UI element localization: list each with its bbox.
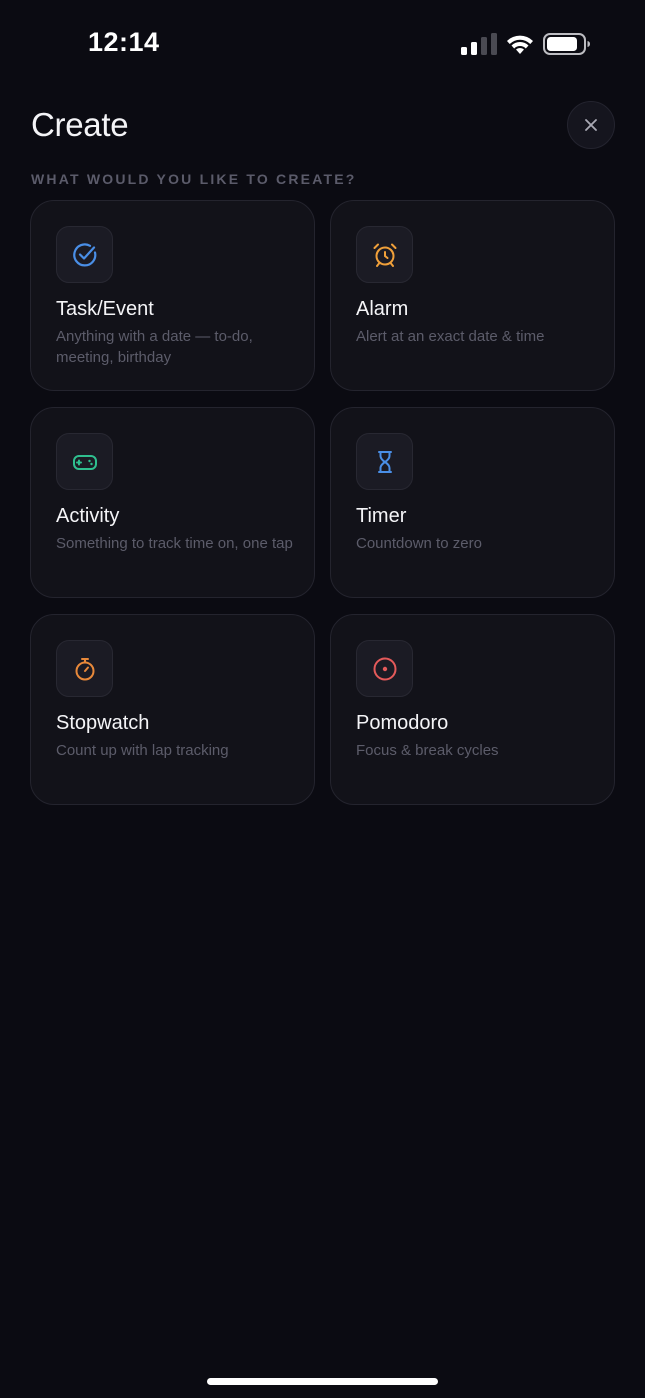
card-title: Alarm xyxy=(356,298,409,320)
status-time: 12:14 xyxy=(88,27,160,57)
activity-icon-box xyxy=(56,433,113,490)
battery-icon xyxy=(543,33,590,55)
alarm-icon-box xyxy=(356,226,413,283)
timer-icon-box xyxy=(356,433,413,490)
card-title: Stopwatch xyxy=(56,712,150,734)
task-event-icon-box xyxy=(56,226,113,283)
stopwatch-icon xyxy=(75,657,94,680)
card-description: Count up with lap tracking xyxy=(56,742,229,759)
status-bar: 12:14 xyxy=(0,0,645,90)
card-title: Activity xyxy=(56,505,120,527)
stopwatch-icon-box xyxy=(56,640,113,697)
stopwatch-card[interactable]: Stopwatch Count up with lap tracking xyxy=(30,614,315,805)
card-description: Anything with a date — to-do, meeting, b… xyxy=(56,328,253,366)
wifi-icon xyxy=(507,35,533,54)
hourglass-icon xyxy=(377,450,392,473)
card-title: Task/Event xyxy=(56,298,154,320)
card-description: Something to track time on, one tap xyxy=(56,535,293,552)
timer-card[interactable]: Timer Countdown to zero xyxy=(330,407,615,598)
card-description: Alert at an exact date & time xyxy=(356,328,545,345)
home-indicator[interactable] xyxy=(207,1378,438,1385)
card-title: Pomodoro xyxy=(356,712,449,734)
pomodoro-card[interactable]: Pomodoro Focus & break cycles xyxy=(330,614,615,805)
card-description: Countdown to zero xyxy=(356,535,482,552)
cellular-signal-icon xyxy=(461,33,497,55)
alarm-clock-icon xyxy=(373,243,396,267)
target-circle-icon xyxy=(373,657,396,680)
close-icon xyxy=(585,119,597,131)
activity-card[interactable]: Activity Something to track time on, one… xyxy=(30,407,315,598)
close-button[interactable] xyxy=(567,101,615,149)
page-title: Create xyxy=(31,106,129,143)
alarm-card[interactable]: Alarm Alert at an exact date & time xyxy=(330,200,615,391)
card-title: Timer xyxy=(356,505,407,527)
gamepad-icon xyxy=(72,454,97,470)
pomodoro-icon-box xyxy=(356,640,413,697)
task-event-card[interactable]: Task/Event Anything with a date — to-do,… xyxy=(30,200,315,391)
section-label: WHAT WOULD YOU LIKE TO CREATE? xyxy=(31,171,357,187)
create-options-grid: Task/Event Anything with a date — to-do,… xyxy=(30,200,615,805)
create-screen: 12:14 Create WHAT WOULD YOU LIKE TO CREA… xyxy=(0,0,645,1398)
check-circle-icon xyxy=(72,242,96,266)
card-description: Focus & break cycles xyxy=(356,742,499,759)
